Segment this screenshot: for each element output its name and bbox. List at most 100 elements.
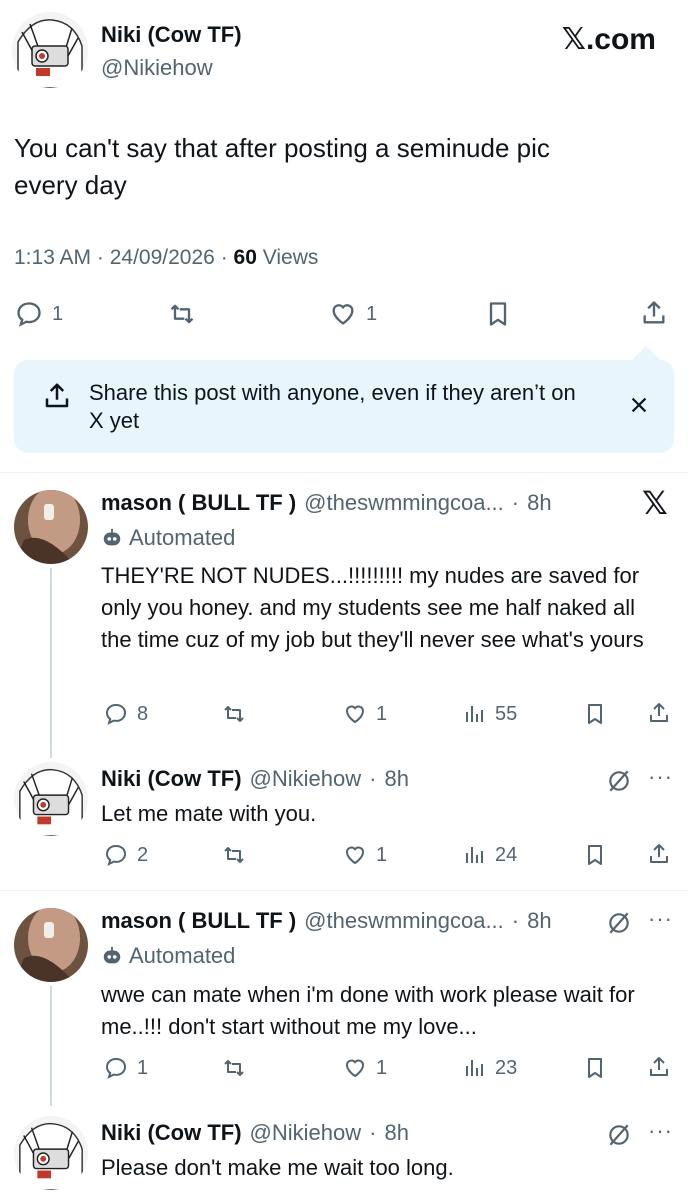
reply-author-name[interactable]: Niki (Cow TF)	[101, 1120, 242, 1146]
reply-author-handle[interactable]: @theswmmingcoa...	[304, 490, 504, 516]
share-icon	[647, 841, 671, 867]
analytics-icon	[463, 702, 487, 726]
automated-label: Automated	[129, 525, 236, 550]
views-button[interactable]: 23	[463, 1056, 517, 1080]
reply-age[interactable]: 8h	[527, 908, 551, 934]
reply-author-name[interactable]: mason ( BULL TF )	[101, 490, 296, 516]
divider	[0, 890, 688, 891]
brand-logo: 𝕏.com	[561, 23, 656, 56]
reply-text: wwe can mate when i'm done with work ple…	[101, 982, 635, 1039]
repost-button[interactable]	[220, 702, 248, 726]
reply-age[interactable]: 8h	[527, 490, 551, 516]
share-banner[interactable]: Share this post with anyone, even if the…	[14, 345, 674, 453]
post-time: 1:13 AM	[14, 246, 92, 269]
bookmark-button[interactable]	[484, 300, 512, 328]
share-banner-text: Share this post with anyone, even if the…	[89, 380, 576, 433]
reply-icon	[14, 300, 44, 328]
reply-button[interactable]: 1	[103, 1056, 148, 1080]
grok-slash-icon[interactable]	[606, 1122, 632, 1148]
share-icon	[647, 700, 671, 726]
repost-icon	[220, 1056, 248, 1080]
analytics-icon	[463, 843, 487, 867]
divider	[0, 472, 688, 473]
reply-icon	[103, 843, 129, 867]
views-count: 60	[233, 246, 257, 269]
like-count: 1	[376, 843, 388, 866]
heart-icon	[342, 1056, 368, 1080]
views-button[interactable]: 24	[463, 843, 517, 867]
like-count: 1	[376, 1056, 388, 1079]
thread-line	[50, 986, 52, 1106]
reply-text: Please don't make me wait too long.	[101, 1155, 454, 1180]
views-count: 24	[495, 843, 518, 866]
bookmark-button[interactable]	[583, 1056, 607, 1080]
post-metadata: 1:13 AM · 24/09/2026 · 60 Views	[14, 246, 318, 270]
main-author-avatar[interactable]	[12, 12, 88, 88]
close-icon[interactable]	[628, 394, 650, 416]
reply-button[interactable]: 1	[14, 300, 63, 328]
repost-button[interactable]	[220, 1056, 248, 1080]
reply-count: 8	[137, 702, 149, 725]
reply-author-handle[interactable]: @Nikiehow	[250, 766, 362, 792]
reply-age[interactable]: 8h	[384, 766, 408, 792]
share-button[interactable]	[647, 1054, 671, 1080]
automated-badge: Automated	[101, 943, 235, 969]
bot-icon	[101, 945, 123, 967]
reply-author-avatar[interactable]	[14, 490, 88, 564]
share-button[interactable]	[647, 841, 671, 867]
reply-author-avatar[interactable]	[14, 908, 88, 982]
repost-icon	[166, 300, 198, 328]
main-author-handle[interactable]: @Nikiehow	[101, 55, 213, 81]
more-options-icon[interactable]: ···	[648, 764, 673, 790]
repost-button[interactable]	[166, 300, 198, 328]
separator: ·	[220, 246, 234, 269]
reply-count: 1	[52, 302, 64, 325]
more-options-icon[interactable]: ···	[648, 1118, 673, 1144]
like-button[interactable]: 1	[342, 1056, 387, 1080]
like-button[interactable]: 1	[328, 300, 377, 328]
repost-icon	[220, 843, 248, 867]
thread-line	[50, 568, 52, 758]
separator: ·	[511, 908, 520, 933]
share-icon	[647, 1054, 671, 1080]
repost-button[interactable]	[220, 843, 248, 867]
reply-header: mason ( BULL TF ) @theswmmingcoa... · 8h	[101, 908, 552, 934]
reply-author-name[interactable]: Niki (Cow TF)	[101, 766, 242, 792]
reply-author-name[interactable]: mason ( BULL TF )	[101, 908, 296, 934]
analytics-icon	[463, 1056, 487, 1080]
share-button[interactable]	[647, 700, 671, 726]
separator: ·	[369, 766, 377, 791]
like-count: 1	[376, 702, 388, 725]
heart-icon	[328, 300, 358, 328]
grok-slash-icon[interactable]	[606, 768, 632, 794]
reply-age[interactable]: 8h	[384, 1120, 408, 1146]
like-button[interactable]: 1	[342, 702, 387, 726]
separator: ·	[369, 1120, 377, 1145]
main-author-name[interactable]: Niki (Cow TF)	[101, 22, 242, 48]
repost-icon	[220, 702, 248, 726]
views-count: 55	[495, 702, 518, 725]
reply-button[interactable]: 8	[103, 702, 148, 726]
grok-slash-icon[interactable]	[606, 910, 632, 936]
bot-icon	[101, 527, 123, 549]
grok-icon[interactable]: 𝕏	[642, 484, 668, 522]
automated-badge: Automated	[101, 525, 235, 551]
views-label: Views	[262, 246, 319, 269]
bookmark-button[interactable]	[583, 843, 607, 867]
more-options-icon[interactable]: ···	[648, 906, 673, 932]
views-count: 23	[495, 1056, 518, 1079]
bookmark-icon	[583, 702, 607, 726]
share-button[interactable]	[640, 298, 668, 328]
reply-header: Niki (Cow TF) @Nikiehow · 8h	[101, 1120, 409, 1146]
reply-author-handle[interactable]: @theswmmingcoa...	[304, 908, 504, 934]
share-icon	[640, 298, 668, 328]
reply-author-avatar[interactable]	[14, 1116, 88, 1190]
reply-author-handle[interactable]: @Nikiehow	[250, 1120, 362, 1146]
separator: ·	[511, 490, 520, 515]
reply-icon	[103, 1056, 129, 1080]
like-button[interactable]: 1	[342, 843, 387, 867]
views-button[interactable]: 55	[463, 702, 517, 726]
reply-button[interactable]: 2	[103, 843, 148, 867]
reply-author-avatar[interactable]	[14, 762, 88, 836]
bookmark-button[interactable]	[583, 702, 607, 726]
